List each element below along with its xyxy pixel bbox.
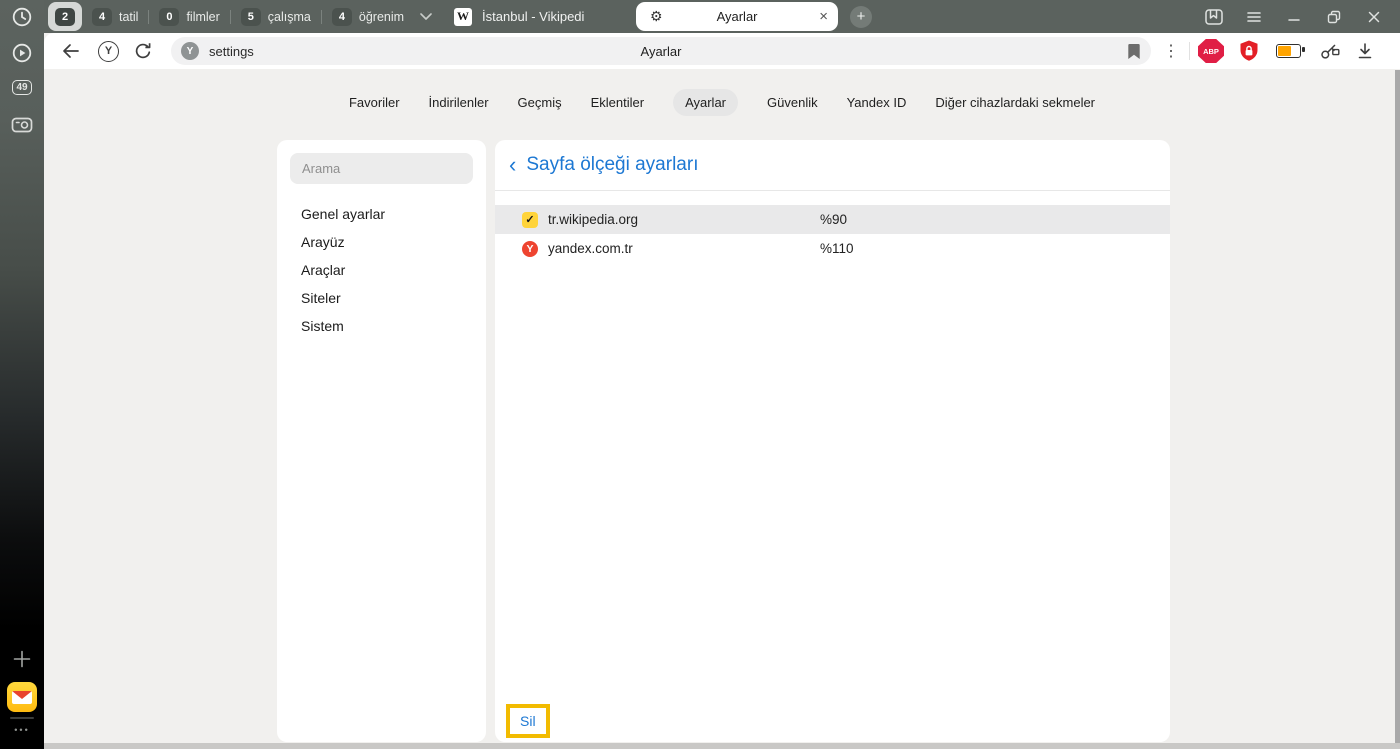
- left-rail: 49 •••: [0, 0, 44, 749]
- back-chevron-icon[interactable]: ‹: [509, 154, 516, 176]
- tab-count: 49: [12, 80, 31, 95]
- close-window-icon[interactable]: [1354, 10, 1394, 24]
- toolbar-divider: [1189, 42, 1190, 60]
- zoom-value: %110: [820, 241, 854, 256]
- zoom-value: %90: [820, 212, 847, 227]
- site-name: yandex.com.tr: [548, 241, 633, 256]
- settings-nav: Favoriler İndirilenler Geçmiş Eklentiler…: [44, 89, 1400, 116]
- zoom-settings-card: ‹ Sayfa ölçeği ayarları ✓ tr.wikipedia.o…: [495, 140, 1170, 742]
- play-media-icon[interactable]: [0, 42, 44, 64]
- tab-group-filmler[interactable]: 0 filmler: [149, 8, 229, 26]
- table-row[interactable]: Y yandex.com.tr %110: [495, 234, 1170, 263]
- settings-nav-ayarlar[interactable]: Ayarlar: [673, 89, 738, 116]
- adblock-plus-icon[interactable]: ABP: [1198, 39, 1224, 63]
- tab-group-count: 2: [55, 8, 75, 26]
- browser-window: 49 ••• 2 4 tatil 0 filmler 5 çalışma: [0, 0, 1400, 749]
- tab-counter-badge[interactable]: 49: [0, 80, 44, 95]
- checkbox-checked-icon[interactable]: ✓: [522, 212, 538, 228]
- bookmark-icon[interactable]: [1127, 43, 1141, 60]
- tab-group-label: öğrenim: [359, 10, 404, 24]
- new-tab-button[interactable]: +: [850, 6, 872, 28]
- chevron-down-icon[interactable]: [420, 13, 432, 20]
- sidebar-item-arayuz[interactable]: Arayüz: [277, 228, 486, 256]
- sidebar-item-sistem[interactable]: Sistem: [277, 312, 486, 340]
- tab-group-count: 0: [159, 8, 179, 26]
- address-bar[interactable]: Y settings Ayarlar: [171, 37, 1151, 65]
- back-button[interactable]: [60, 41, 82, 61]
- settings-nav-eklentiler[interactable]: Eklentiler: [591, 95, 644, 110]
- tab-wikipedia[interactable]: W İstanbul - Vikipedi: [440, 8, 628, 26]
- settings-nav-yandex-id[interactable]: Yandex ID: [847, 95, 907, 110]
- tab-group-label: filmler: [186, 10, 219, 24]
- site-name: tr.wikipedia.org: [548, 212, 638, 227]
- settings-nav-gecmis[interactable]: Geçmiş: [518, 95, 562, 110]
- tab-group-ogrenim[interactable]: 4 öğrenim: [322, 8, 414, 26]
- tab-group-count: 5: [241, 8, 261, 26]
- tab-group-tatil[interactable]: 4 tatil: [82, 8, 148, 26]
- history-clock-icon[interactable]: [0, 6, 44, 28]
- side-panel-icon[interactable]: [1194, 8, 1234, 26]
- tab-group-calisma[interactable]: 5 çalışma: [231, 8, 321, 26]
- tab-strip: 2 4 tatil 0 filmler 5 çalışma 4 öğrenim …: [44, 0, 1400, 33]
- tab-group-label: çalışma: [268, 10, 311, 24]
- zoom-site-list: ✓ tr.wikipedia.org %90 Y yandex.com.tr %…: [495, 205, 1170, 263]
- delete-button[interactable]: Sil: [510, 708, 546, 734]
- tab-title: İstanbul - Vikipedi: [482, 9, 584, 24]
- sidebar-item-siteler[interactable]: Siteler: [277, 284, 486, 312]
- page-scrollbar[interactable]: [1395, 70, 1400, 749]
- close-tab-icon[interactable]: ×: [819, 8, 828, 25]
- refresh-button[interactable]: [133, 41, 153, 61]
- password-key-icon[interactable]: [1319, 41, 1341, 61]
- rail-divider: [10, 717, 34, 719]
- restore-window-icon[interactable]: [1314, 9, 1354, 25]
- wikipedia-favicon: W: [454, 8, 472, 26]
- sidebar-item-araclar[interactable]: Araçlar: [277, 256, 486, 284]
- tab-group-count: 4: [332, 8, 352, 26]
- window-bottom-edge: [44, 743, 1400, 749]
- download-icon[interactable]: [1355, 42, 1375, 60]
- yandex-button[interactable]: Y: [98, 41, 119, 62]
- rail-more-icon[interactable]: •••: [0, 725, 44, 735]
- settings-nav-diger-cihazlar[interactable]: Diğer cihazlardaki sekmeler: [935, 95, 1095, 110]
- zoom-settings-title: Sayfa ölçeği ayarları: [526, 154, 698, 176]
- browser-menu-icon[interactable]: [1234, 10, 1274, 24]
- tab-group-active[interactable]: 2: [48, 2, 82, 31]
- settings-nav-indirilenler[interactable]: İndirilenler: [429, 95, 489, 110]
- tab-title: Ayarlar: [636, 9, 838, 24]
- yandex-mail-icon[interactable]: [0, 682, 44, 712]
- tab-group-count: 4: [92, 8, 112, 26]
- toolbar-menu-icon[interactable]: ⋮: [1163, 41, 1179, 61]
- settings-nav-guvenlik[interactable]: Güvenlik: [767, 95, 818, 110]
- tab-group-label: tatil: [119, 10, 138, 24]
- tab-settings[interactable]: ⚙ Ayarlar ×: [636, 2, 838, 31]
- page-title: Ayarlar: [171, 44, 1151, 59]
- settings-sidebar-card: Genel ayarlar Arayüz Araçlar Siteler Sis…: [277, 140, 486, 742]
- yandex-favicon: Y: [522, 241, 538, 257]
- rail-add-icon[interactable]: [0, 650, 44, 668]
- minimize-icon[interactable]: [1274, 10, 1314, 24]
- shield-lock-icon[interactable]: [1238, 39, 1260, 63]
- sidebar-item-genel-ayarlar[interactable]: Genel ayarlar: [277, 200, 486, 228]
- zoom-settings-header[interactable]: ‹ Sayfa ölçeği ayarları: [495, 140, 1170, 191]
- battery-saver-icon[interactable]: [1276, 44, 1301, 58]
- settings-sidebar-list: Genel ayarlar Arayüz Araçlar Siteler Sis…: [277, 200, 486, 340]
- gear-icon: ⚙: [650, 8, 663, 25]
- settings-nav-favoriler[interactable]: Favoriler: [349, 95, 400, 110]
- settings-search-input[interactable]: [290, 153, 473, 184]
- yandex-y-icon: Y: [98, 41, 119, 62]
- delete-button-highlight: Sil: [506, 704, 550, 738]
- browser-toolbar: Y Y settings Ayarlar ⋮ ABP: [44, 33, 1400, 69]
- screenshot-icon[interactable]: [0, 114, 44, 136]
- url-text: settings: [209, 44, 254, 59]
- table-row[interactable]: ✓ tr.wikipedia.org %90: [495, 205, 1170, 234]
